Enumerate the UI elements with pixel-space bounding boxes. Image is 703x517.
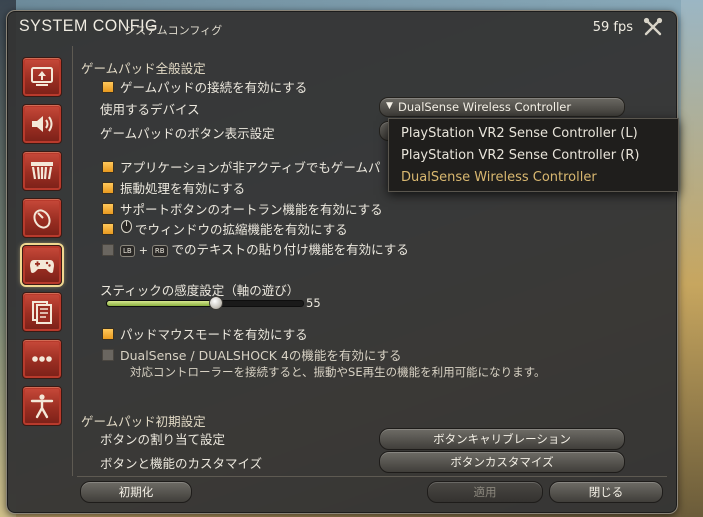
fps-counter: 59 fps xyxy=(592,20,633,35)
dropdown-arrow-icon: ▼ xyxy=(386,101,393,111)
paste-row: LB + RB でのテキストの貼り付け機能を有効にする xyxy=(120,239,409,258)
device-dropdown-value: DualSense Wireless Controller xyxy=(398,100,572,114)
title-bar[interactable]: SYSTEM CONFIG システムコンフィグ 59 fps xyxy=(7,11,677,41)
window-expand-checkbox[interactable] xyxy=(102,223,114,235)
more-dots-icon xyxy=(32,356,52,362)
system-config-window: SYSTEM CONFIG システムコンフィグ 59 fps ゲームパッド全般設… xyxy=(6,10,678,514)
display-icon xyxy=(31,67,53,86)
dualsense-label: DualSense / DUALSHOCK 4の機能を有効にする xyxy=(120,348,402,363)
support-autorun-label: サポートボタンのオートラン機能を有効にする xyxy=(120,202,383,217)
category-gamepad-button[interactable] xyxy=(22,245,62,285)
paste-label: でのテキストの貼り付け機能を有効にする xyxy=(171,242,409,257)
device-dropdown-popup: PlayStation VR2 Sense Controller (L) Pla… xyxy=(388,118,679,192)
general-settings-heading: ゲームパッド全般設定 xyxy=(81,61,206,76)
inactive-checkbox[interactable] xyxy=(102,161,114,173)
lb-button-icon: LB xyxy=(120,244,135,257)
button-customize-button[interactable]: ボタンカスタマイズ xyxy=(379,451,625,473)
document-icon xyxy=(32,301,52,324)
inactive-label: アプリケーションが非アクティブでもゲームパ xyxy=(120,160,381,175)
dualsense-note: 対応コントローラーを接続すると、振動やSE再生の機能を利用可能になります。 xyxy=(130,365,546,379)
category-mouse-button[interactable] xyxy=(22,198,62,238)
enable-gamepad-label: ゲームパッドの接続を有効にする xyxy=(120,80,308,95)
sidebar-divider xyxy=(72,46,73,476)
category-accessibility-button[interactable] xyxy=(22,386,62,426)
reset-button[interactable]: 初期化 xyxy=(80,481,192,503)
button-display-label: ゲームパッドのボタン表示設定 xyxy=(100,126,275,141)
speaker-icon xyxy=(32,116,53,132)
dropdown-option-dualsense[interactable]: DualSense Wireless Controller xyxy=(401,170,597,185)
dualsense-checkbox[interactable] xyxy=(102,349,114,361)
gamepad-settings-panel: ゲームパッド全般設定 ゲームパッドの接続を有効にする 使用するデバイス ▼ Du… xyxy=(80,47,670,473)
close-button[interactable]: 閉じる xyxy=(549,481,663,503)
crossed-tools-icon[interactable] xyxy=(643,17,663,37)
device-dropdown[interactable]: ▼ DualSense Wireless Controller xyxy=(379,97,625,117)
enable-gamepad-checkbox[interactable] xyxy=(102,81,114,93)
category-sound-button[interactable] xyxy=(22,104,62,144)
slider-thumb[interactable] xyxy=(208,296,223,310)
category-display-button[interactable] xyxy=(22,57,62,97)
mouse-icon xyxy=(33,209,51,229)
support-autorun-checkbox[interactable] xyxy=(102,203,114,215)
dropdown-option-vr2-left[interactable]: PlayStation VR2 Sense Controller (L) xyxy=(401,126,638,141)
category-sidebar xyxy=(17,51,65,451)
category-theater-button[interactable] xyxy=(22,151,62,191)
window-subtitle: システムコンフィグ xyxy=(124,24,223,37)
stick-sensitivity-value: 55 xyxy=(306,296,321,310)
stick-sensitivity-label: スティックの感度設定（軸の遊び） xyxy=(100,283,300,298)
stick-sensitivity-slider[interactable] xyxy=(106,296,304,310)
button-assign-label: ボタンの割り当て設定 xyxy=(100,432,226,447)
category-document-button[interactable] xyxy=(22,292,62,332)
mouse-button-icon xyxy=(121,220,132,233)
initial-settings-heading: ゲームパッド初期設定 xyxy=(81,414,206,429)
dropdown-option-vr2-right[interactable]: PlayStation VR2 Sense Controller (R) xyxy=(401,148,639,163)
window-expand-label: でウィンドウの拡縮機能を有効にする xyxy=(135,222,348,237)
gamepad-icon xyxy=(30,260,54,273)
accessibility-icon xyxy=(30,394,54,419)
paste-checkbox[interactable] xyxy=(102,244,114,256)
footer-divider xyxy=(77,476,667,477)
slider-fill xyxy=(107,301,215,306)
apply-button[interactable]: 適用 xyxy=(427,481,543,503)
device-label: 使用するデバイス xyxy=(100,102,200,117)
pad-mouse-label: パッドマウスモードを有効にする xyxy=(120,327,308,342)
pad-mouse-checkbox[interactable] xyxy=(102,328,114,340)
vibration-checkbox[interactable] xyxy=(102,182,114,194)
rb-button-icon: RB xyxy=(151,244,168,257)
button-customize-label: ボタンと機能のカスタマイズ xyxy=(100,456,263,471)
theater-icon xyxy=(31,162,53,180)
background-right-strip xyxy=(681,0,703,517)
category-more-button[interactable] xyxy=(22,339,62,379)
plus-sign: + xyxy=(138,244,148,257)
button-calibration-button[interactable]: ボタンキャリブレーション xyxy=(379,428,625,450)
vibration-label: 振動処理を有効にする xyxy=(120,181,246,196)
